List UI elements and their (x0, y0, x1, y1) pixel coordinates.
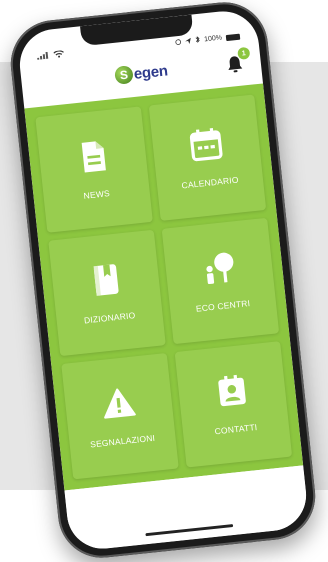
tree-icon (206, 252, 234, 285)
menu-grid: NEWS CALENDARIO DIZIONARIO ECO CENTRI SE… (24, 83, 304, 491)
tile-news[interactable]: NEWS (35, 106, 153, 233)
tile-label: CONTATTI (214, 421, 258, 437)
battery-icon (225, 33, 241, 41)
tile-label: ECO CENTRI (195, 298, 251, 314)
status-left (37, 50, 65, 62)
tile-label: SEGNALAZIONI (89, 432, 156, 450)
document-icon (81, 141, 106, 173)
logo-mark: S (114, 65, 134, 85)
location-icon (175, 38, 182, 47)
phone-screen: 100% S egen 1 NEWS CALENDARIO DIZIONARIO… (16, 7, 310, 553)
notification-button[interactable]: 1 (224, 46, 251, 75)
tile-label: NEWS (83, 188, 111, 201)
signal-icon (37, 51, 50, 62)
tile-label: DIZIONARIO (83, 310, 136, 326)
warning-icon (104, 388, 136, 419)
bluetooth-icon (195, 36, 201, 45)
book-icon (93, 264, 119, 296)
arrow-icon (185, 37, 192, 46)
calendar-icon (189, 128, 223, 162)
tile-label: CALENDARIO (181, 174, 240, 191)
tile-segnalazioni[interactable]: SEGNALAZIONI (61, 353, 179, 480)
tile-calendario[interactable]: CALENDARIO (148, 94, 267, 221)
tile-contatti[interactable]: CONTATTI (174, 341, 293, 468)
wifi-icon (53, 50, 64, 60)
battery-percentage: 100% (203, 34, 223, 44)
segen-logo: S egen (114, 61, 169, 85)
notification-badge: 1 (237, 46, 251, 60)
tile-eco-centri[interactable]: ECO CENTRI (161, 217, 280, 345)
contact-icon (218, 374, 246, 407)
logo-text: egen (133, 61, 169, 83)
tile-dizionario[interactable]: DIZIONARIO (48, 229, 166, 357)
